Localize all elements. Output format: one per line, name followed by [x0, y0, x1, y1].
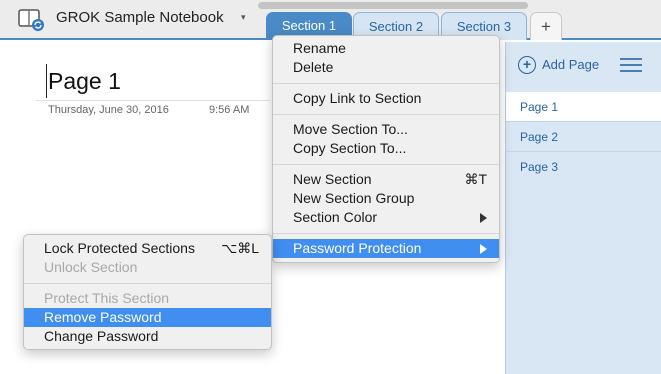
page-list-panel: + Add Page Page 1 Page 2 Page 3: [505, 42, 661, 374]
menu-item-label: New Section: [293, 171, 372, 187]
notebook-title[interactable]: GROK Sample Notebook: [56, 9, 224, 26]
text-cursor: [46, 64, 47, 98]
menu-item-label: Move Section To...: [293, 121, 408, 137]
page-list-item-label: Page 3: [520, 160, 559, 174]
add-section-button[interactable]: +: [530, 12, 562, 40]
menu-item-new-section-group[interactable]: New Section Group: [273, 189, 499, 208]
menu-item-label: Rename: [293, 40, 346, 56]
submenu-arrow-icon: [480, 213, 487, 223]
page-list-item[interactable]: Page 3: [506, 152, 661, 182]
title-bar: GROK Sample Notebook ▾ Section 1 Section…: [0, 0, 661, 40]
add-page-label: Add Page: [542, 57, 600, 72]
page-list-item-label: Page 1: [520, 100, 559, 114]
tab-scroll-indicator[interactable]: [258, 2, 528, 9]
menu-item-label: New Section Group: [293, 190, 415, 206]
plus-circle-icon: +: [518, 56, 536, 74]
menu-item-label: Change Password: [44, 328, 159, 344]
menu-item-change-password[interactable]: Change Password: [24, 327, 271, 346]
menu-item-delete[interactable]: Delete: [273, 58, 499, 77]
menu-item-label: Copy Link to Section: [293, 90, 422, 106]
menu-item-label: Remove Password: [44, 309, 162, 325]
menu-divider: [24, 283, 271, 284]
password-protection-submenu: Lock Protected Sections ⌥⌘L Unlock Secti…: [23, 234, 272, 350]
menu-item-move-section[interactable]: Move Section To...: [273, 120, 499, 139]
menu-item-new-section[interactable]: New Section ⌘T: [273, 170, 499, 189]
menu-item-label: Section Color: [293, 209, 378, 225]
submenu-arrow-icon: [480, 244, 487, 254]
notebook-sync-icon[interactable]: [18, 8, 46, 32]
menu-item-copy-section[interactable]: Copy Section To...: [273, 139, 499, 158]
page-list-item-label: Page 2: [520, 130, 559, 144]
page-date: Thursday, June 30, 2016: [48, 104, 169, 116]
page-list-item[interactable]: Page 1: [506, 92, 661, 122]
menu-item-shortcut: ⌘T: [464, 171, 487, 187]
menu-item-lock-protected[interactable]: Lock Protected Sections ⌥⌘L: [24, 239, 271, 258]
menu-divider: [273, 233, 499, 234]
add-page-button[interactable]: + Add Page: [506, 42, 661, 90]
menu-item-rename[interactable]: Rename: [273, 39, 499, 58]
title-divider: [36, 100, 270, 101]
menu-item-label: Password Protection: [293, 240, 422, 256]
menu-item-label: Lock Protected Sections: [44, 240, 195, 256]
menu-item-password-protection[interactable]: Password Protection: [273, 239, 499, 258]
page-list-item[interactable]: Page 2: [506, 122, 661, 152]
menu-divider: [273, 164, 499, 165]
menu-item-copy-link[interactable]: Copy Link to Section: [273, 89, 499, 108]
chevron-down-icon[interactable]: ▾: [241, 12, 246, 23]
menu-item-section-color[interactable]: Section Color: [273, 208, 499, 227]
menu-item-unlock-section[interactable]: Unlock Section: [24, 258, 271, 277]
page-title[interactable]: Page 1: [48, 68, 121, 95]
page-time: 9:56 AM: [209, 104, 250, 116]
menu-item-remove-password[interactable]: Remove Password: [24, 308, 271, 327]
menu-divider: [273, 83, 499, 84]
menu-item-protect-section[interactable]: Protect This Section: [24, 289, 271, 308]
menu-item-label: Unlock Section: [44, 259, 138, 275]
menu-item-label: Delete: [293, 59, 334, 75]
list-icon[interactable]: [620, 58, 642, 72]
menu-item-label: Protect This Section: [44, 290, 170, 306]
menu-item-label: Copy Section To...: [293, 140, 407, 156]
section-context-menu: Rename Delete Copy Link to Section Move …: [272, 35, 500, 263]
menu-divider: [273, 114, 499, 115]
menu-item-shortcut: ⌥⌘L: [221, 240, 259, 256]
